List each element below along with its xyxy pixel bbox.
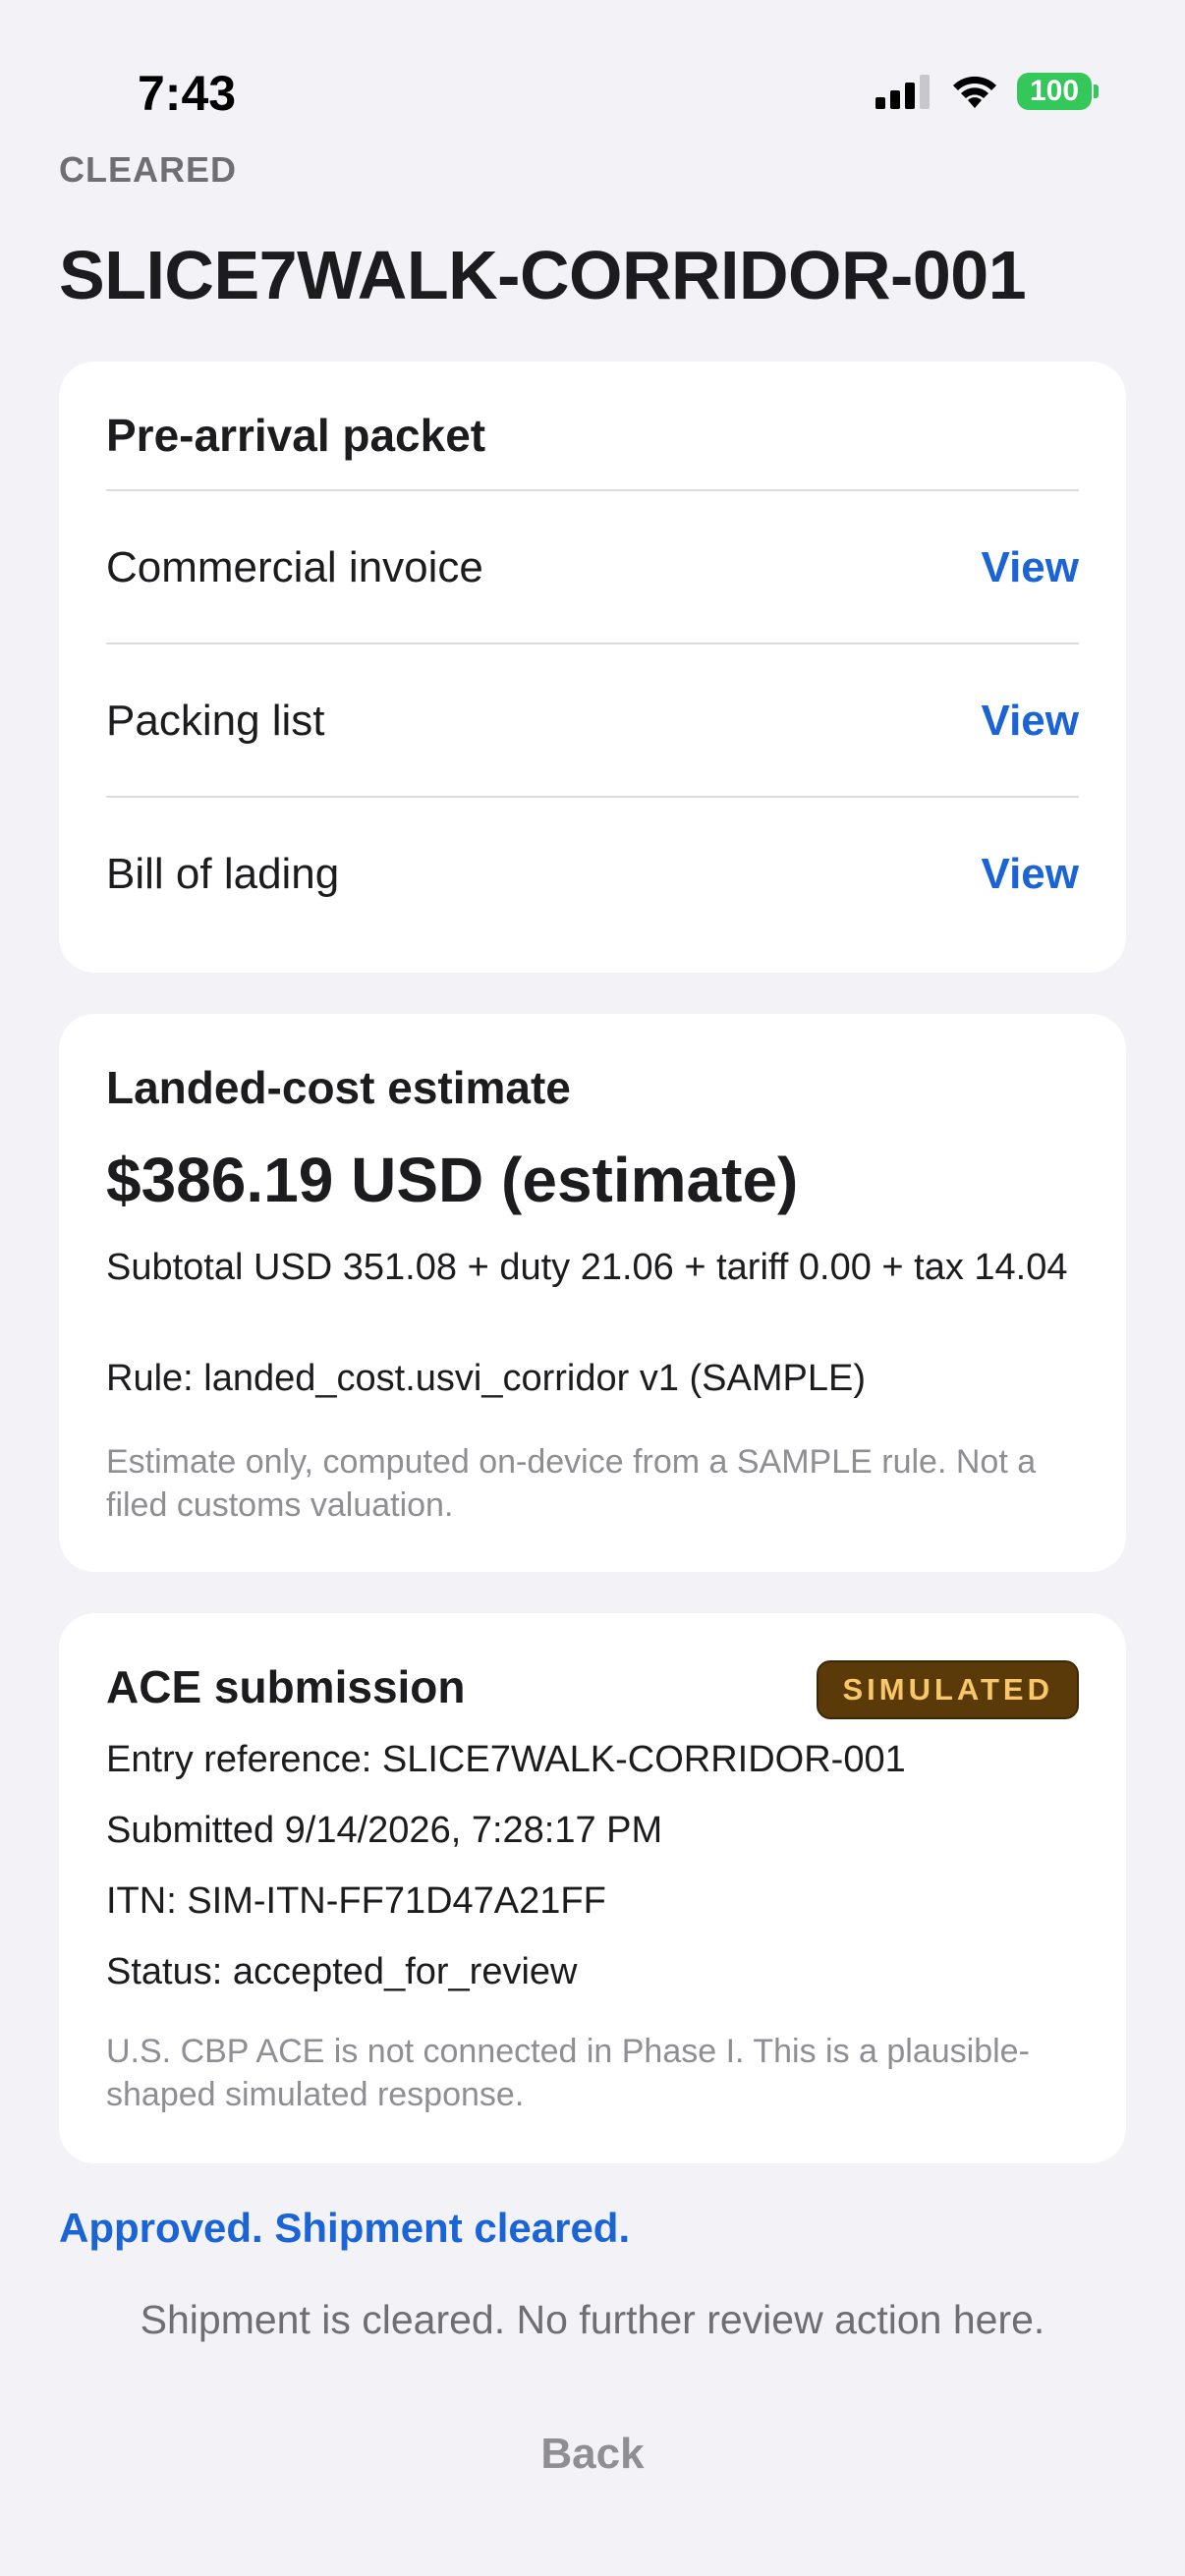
wifi-icon <box>953 76 996 108</box>
document-label: Bill of lading <box>106 850 340 898</box>
footer-message: Shipment is cleared. No further review a… <box>140 2297 1045 2342</box>
document-label: Commercial invoice <box>106 543 483 591</box>
battery-cap <box>1094 84 1099 98</box>
document-row-packing-list: Packing list View <box>106 643 1079 798</box>
document-row-bill-of-lading: Bill of lading View <box>106 796 1079 951</box>
document-label: Packing list <box>106 697 325 745</box>
landed-cost-heading: Landed-cost estimate <box>106 1062 571 1113</box>
submission-status: Status: accepted_for_review <box>106 1951 578 1992</box>
packet-heading: Pre-arrival packet <box>106 410 486 461</box>
submitted-timestamp: Submitted 9/14/2026, 7:28:17 PM <box>106 1810 663 1851</box>
view-bill-of-lading-link[interactable]: View <box>982 850 1079 899</box>
approved-message: Approved. Shipment cleared. <box>59 2205 631 2251</box>
document-row-commercial-invoice: Commercial invoice View <box>106 489 1079 644</box>
cellular-signal-icon <box>875 75 930 109</box>
landed-cost-note: Estimate only, computed on-device from a… <box>106 1443 1037 1524</box>
pre-arrival-packet-card: Pre-arrival packet Commercial invoice Vi… <box>59 362 1126 973</box>
landed-cost-card: Landed-cost estimate $386.19 USD (estima… <box>59 1014 1126 1572</box>
itn-number: ITN: SIM-ITN-FF71D47A21FF <box>106 1880 606 1922</box>
entry-reference: Entry reference: SLICE7WALK-CORRIDOR-001 <box>106 1739 906 1780</box>
status-label: CLEARED <box>59 149 238 190</box>
page-title: SLICE7WALK-CORRIDOR-001 <box>59 237 1027 313</box>
ace-submission-card: ACE submission SIMULATED Entry reference… <box>59 1613 1126 2163</box>
view-packing-list-link[interactable]: View <box>982 697 1079 746</box>
ace-note: U.S. CBP ACE is not connected in Phase I… <box>106 2033 1030 2113</box>
view-commercial-invoice-link[interactable]: View <box>982 543 1079 592</box>
landed-cost-total: $386.19 USD (estimate) <box>106 1145 799 1215</box>
back-button[interactable]: Back <box>494 2425 691 2484</box>
status-time: 7:43 <box>138 66 237 121</box>
landed-cost-breakdown: Subtotal USD 351.08 + duty 21.06 + tarif… <box>106 1247 1068 1288</box>
status-bar: 7:43 100 <box>0 0 1185 147</box>
ace-heading: ACE submission <box>106 1661 466 1712</box>
simulated-badge: SIMULATED <box>817 1660 1079 1719</box>
landed-cost-rule: Rule: landed_cost.usvi_corridor v1 (SAMP… <box>106 1358 867 1399</box>
battery-icon: 100 <box>1017 73 1092 110</box>
status-icons: 100 <box>875 73 1099 110</box>
